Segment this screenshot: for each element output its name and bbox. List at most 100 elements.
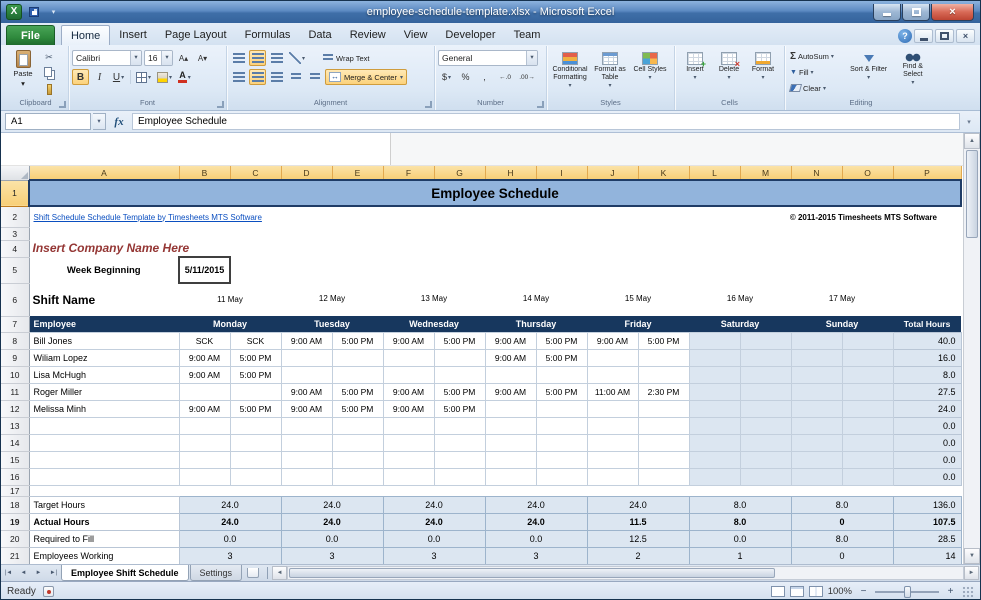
scroll-up-icon[interactable]: ▲ [964, 133, 980, 149]
ribbon-tab-formulas[interactable]: Formulas [236, 25, 300, 45]
date-label-7[interactable]: 17 May [791, 283, 893, 316]
row-header-1[interactable]: 1 [1, 180, 29, 206]
summary-label[interactable]: Employees Working [29, 547, 179, 564]
column-header-j[interactable]: J [587, 166, 638, 180]
summary-value[interactable]: 8.0 [791, 496, 893, 513]
row-header-3[interactable]: 3 [1, 227, 29, 240]
day-header-friday[interactable]: Friday [587, 316, 689, 332]
time-cell[interactable] [689, 332, 740, 349]
time-cell[interactable] [842, 349, 893, 366]
doc-restore-button[interactable] [935, 29, 954, 43]
cell-styles-button[interactable]: Cell Styles▾ [630, 48, 670, 97]
time-cell[interactable] [587, 349, 638, 366]
summary-value[interactable]: 8.0 [689, 513, 791, 530]
empty-cell[interactable] [29, 227, 961, 240]
time-cell[interactable] [689, 400, 740, 417]
time-cell[interactable] [332, 349, 383, 366]
time-cell[interactable] [179, 417, 230, 434]
time-cell[interactable] [383, 417, 434, 434]
time-cell[interactable] [842, 366, 893, 383]
time-cell[interactable] [383, 366, 434, 383]
employee-name-cell[interactable]: Roger Miller [29, 383, 179, 400]
ribbon-tab-home[interactable]: Home [61, 25, 110, 45]
time-cell[interactable] [791, 383, 842, 400]
summary-value[interactable]: 1 [689, 547, 791, 564]
time-cell[interactable] [281, 366, 332, 383]
vertical-scroll-thumb[interactable] [966, 150, 978, 238]
time-cell[interactable] [587, 451, 638, 468]
time-cell[interactable]: 5:00 PM [536, 349, 587, 366]
time-cell[interactable] [638, 417, 689, 434]
column-header-g[interactable]: G [434, 166, 485, 180]
row-header-20[interactable]: 20 [1, 530, 29, 547]
time-cell[interactable] [485, 417, 536, 434]
time-cell[interactable]: SCK [230, 332, 281, 349]
time-cell[interactable] [740, 349, 791, 366]
time-cell[interactable] [740, 332, 791, 349]
time-cell[interactable]: 9:00 AM [281, 383, 332, 400]
date-label-3[interactable]: 13 May [383, 283, 485, 316]
minimize-button[interactable] [873, 4, 901, 21]
clipboard-dialog-launcher[interactable] [59, 101, 66, 108]
time-cell[interactable]: 9:00 AM [179, 349, 230, 366]
summary-value[interactable]: 24.0 [383, 496, 485, 513]
time-cell[interactable] [383, 451, 434, 468]
total-hours-cell[interactable]: 0.0 [893, 434, 961, 451]
time-cell[interactable] [485, 451, 536, 468]
time-cell[interactable]: 9:00 AM [281, 332, 332, 349]
employee-name-cell[interactable] [29, 434, 179, 451]
time-cell[interactable]: 2:30 PM [638, 383, 689, 400]
time-cell[interactable]: SCK [179, 332, 230, 349]
time-cell[interactable] [383, 349, 434, 366]
time-cell[interactable] [740, 417, 791, 434]
summary-value[interactable]: 0.0 [485, 530, 587, 547]
select-all-corner[interactable] [1, 166, 29, 180]
resize-grip[interactable] [962, 586, 974, 598]
number-format-select[interactable]: General ▾ [438, 50, 538, 66]
day-header-wednesday[interactable]: Wednesday [383, 316, 485, 332]
font-color-icon[interactable]: A▾ [176, 69, 193, 85]
zoom-slider[interactable] [875, 591, 939, 593]
time-cell[interactable] [281, 349, 332, 366]
row-header-17[interactable]: 17 [1, 485, 29, 496]
time-cell[interactable] [230, 383, 281, 400]
time-cell[interactable] [842, 468, 893, 485]
time-cell[interactable]: 11:00 AM [587, 383, 638, 400]
time-cell[interactable] [842, 332, 893, 349]
row-header-2[interactable]: 2 [1, 206, 29, 227]
time-cell[interactable] [179, 468, 230, 485]
employee-name-cell[interactable]: Bill Jones [29, 332, 179, 349]
time-cell[interactable] [587, 468, 638, 485]
day-header-tuesday[interactable]: Tuesday [281, 316, 383, 332]
summary-total[interactable]: 28.5 [893, 530, 961, 547]
time-cell[interactable]: 9:00 AM [485, 349, 536, 366]
summary-value[interactable]: 12.5 [587, 530, 689, 547]
time-cell[interactable] [485, 366, 536, 383]
align-left-icon[interactable] [230, 69, 247, 85]
time-cell[interactable] [230, 434, 281, 451]
empty-cell[interactable] [29, 485, 961, 496]
zoom-slider-thumb[interactable] [904, 586, 911, 598]
time-cell[interactable] [332, 451, 383, 468]
time-cell[interactable] [842, 434, 893, 451]
ribbon-tab-view[interactable]: View [395, 25, 437, 45]
column-header-i[interactable]: I [536, 166, 587, 180]
time-cell[interactable] [740, 383, 791, 400]
time-cell[interactable] [638, 366, 689, 383]
time-cell[interactable] [383, 434, 434, 451]
shrink-font-icon[interactable]: A▾ [194, 50, 211, 66]
summary-value[interactable]: 0.0 [179, 530, 281, 547]
alignment-dialog-launcher[interactable] [425, 101, 432, 108]
row-header-10[interactable]: 10 [1, 366, 29, 383]
total-hours-cell[interactable]: 16.0 [893, 349, 961, 366]
summary-value[interactable]: 0.0 [383, 530, 485, 547]
save-icon[interactable] [25, 4, 42, 20]
time-cell[interactable] [434, 468, 485, 485]
horizontal-scroll-thumb[interactable] [289, 568, 775, 578]
time-cell[interactable] [434, 366, 485, 383]
total-hours-cell[interactable]: 27.5 [893, 383, 961, 400]
time-cell[interactable] [587, 400, 638, 417]
time-cell[interactable]: 9:00 AM [179, 400, 230, 417]
fill-color-icon[interactable]: ▾ [155, 69, 174, 85]
time-cell[interactable]: 5:00 PM [332, 332, 383, 349]
